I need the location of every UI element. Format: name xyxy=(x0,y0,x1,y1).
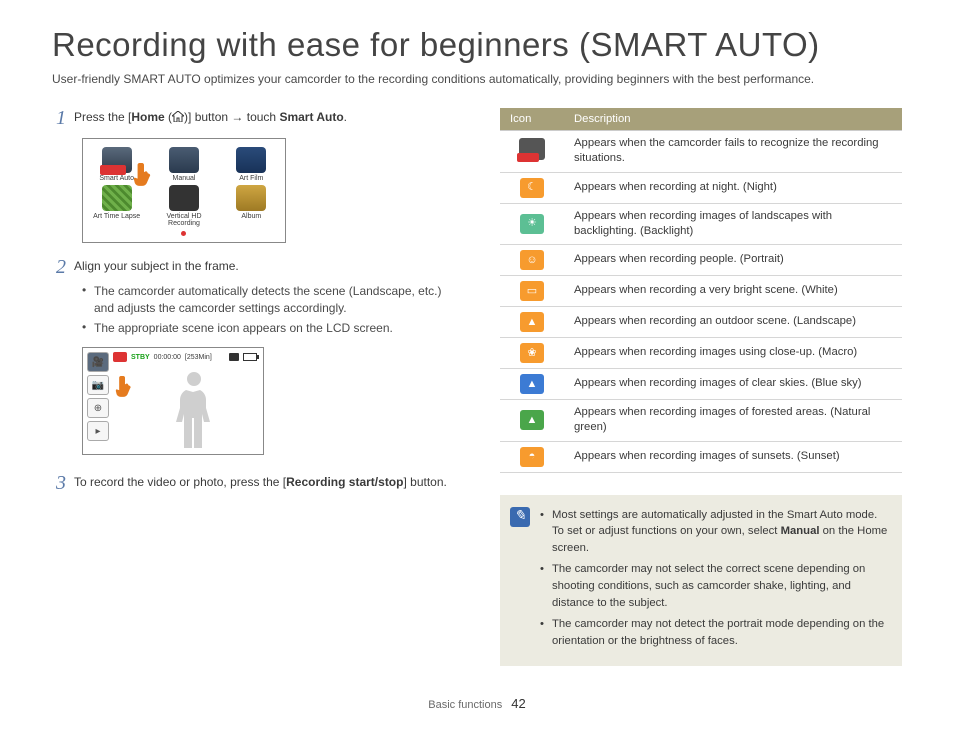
footer-section: Basic functions xyxy=(428,699,502,711)
scene-icon: ▲ xyxy=(520,410,544,430)
home-icon xyxy=(172,111,184,122)
scene-icon xyxy=(519,138,545,160)
icon-description-table: Icon Description Appears when the camcor… xyxy=(500,108,902,473)
th-description: Description xyxy=(564,108,902,131)
scene-description: Appears when recording images of sunsets… xyxy=(564,441,902,472)
sd-card-icon xyxy=(229,353,239,361)
home-menu-screenshot: Smart Auto Manual Art Film Art Time Lapse Ve… xyxy=(82,138,286,243)
page-title: Recording with ease for beginners (SMART… xyxy=(52,26,902,64)
tile-icon xyxy=(169,147,199,173)
scene-description: Appears when recording images of foreste… xyxy=(564,400,902,442)
tile-label: Art Time Lapse xyxy=(93,213,140,221)
th-icon: Icon xyxy=(500,108,564,131)
tile-label: Smart Auto xyxy=(99,175,134,183)
scene-icon: ☺ xyxy=(520,250,544,270)
scene-description: Appears when recording images of landsca… xyxy=(564,203,902,245)
home-tile-5: Album xyxy=(224,185,279,236)
scene-icon: ▲ xyxy=(520,374,544,394)
footer-page-number: 42 xyxy=(511,696,525,711)
subject-silhouette xyxy=(171,368,217,450)
tile-icon xyxy=(236,185,266,211)
note-info-icon: ✎ xyxy=(510,507,530,527)
step-number-3: 3 xyxy=(52,473,66,493)
scene-icon: ☾ xyxy=(520,178,544,198)
step-3-text: To record the video or photo, press the … xyxy=(74,473,462,491)
scene-icon: ▲ xyxy=(520,312,544,332)
mode-video-icon: 🎥 xyxy=(87,352,109,372)
table-row: ▲ Appears when recording images of forest… xyxy=(500,400,902,442)
lcd-screenshot: STBY 00:00:00 [253Min] 🎥 📷 ⊕ ▸ xyxy=(82,347,264,455)
tile-icon xyxy=(236,147,266,173)
step-2-bullet-1: The camcorder automatically detects the … xyxy=(82,283,462,318)
playback-icon: ▸ xyxy=(87,421,109,441)
rec-dot-icon xyxy=(181,231,186,236)
tile-label: Album xyxy=(241,213,261,221)
scene-description: Appears when recording images of clear s… xyxy=(564,369,902,400)
battery-icon xyxy=(243,353,257,361)
home-tile-1: Manual xyxy=(156,147,211,183)
scene-description: Appears when recording at night. (Night) xyxy=(564,172,902,203)
note-box: ✎ Most settings are automatically adjust… xyxy=(500,495,902,667)
home-tile-4: Vertical HD Recording xyxy=(156,185,211,236)
stby-label: STBY xyxy=(131,354,150,361)
note-item-3: The camcorder may not detect the portrai… xyxy=(540,616,888,650)
scene-icon: ▭ xyxy=(520,281,544,301)
table-row: ❀ Appears when recording images using clo… xyxy=(500,338,902,369)
step-number-1: 1 xyxy=(52,108,66,128)
table-row: Appears when the camcorder fails to reco… xyxy=(500,131,902,173)
step-2-text: Align your subject in the frame. xyxy=(74,257,462,275)
scene-icon: ❀ xyxy=(520,343,544,363)
step-number-2: 2 xyxy=(52,257,66,277)
tile-icon xyxy=(102,185,132,211)
scene-description: Appears when recording images using clos… xyxy=(564,338,902,369)
table-row: ☀ Appears when recording images of landsc… xyxy=(500,203,902,245)
step-1-text: Press the [Home ()] button → touch Smart… xyxy=(74,108,462,126)
mode-photo-icon: 📷 xyxy=(87,375,109,395)
smart-badge xyxy=(113,352,127,362)
table-row: ☾ Appears when recording at night. (Night… xyxy=(500,172,902,203)
scene-description: Appears when recording people. (Portrait… xyxy=(564,245,902,276)
step-2-bullet-2: The appropriate scene icon appears on th… xyxy=(82,320,462,337)
scene-description: Appears when the camcorder fails to reco… xyxy=(564,131,902,173)
touch-hand-icon xyxy=(133,161,155,187)
home-tile-3: Art Time Lapse xyxy=(89,185,144,236)
scene-icon: ◓ xyxy=(520,447,544,467)
tile-label: Manual xyxy=(173,175,196,183)
note-item-1: Most settings are automatically adjusted… xyxy=(540,507,888,558)
zoom-icon: ⊕ xyxy=(87,398,109,418)
scene-icon: ☀ xyxy=(520,214,544,234)
tile-label: Art Film xyxy=(239,175,263,183)
tile-label: Vertical HD Recording xyxy=(156,213,211,228)
scene-description: Appears when recording an outdoor scene.… xyxy=(564,307,902,338)
intro-text: User-friendly SMART AUTO optimizes your … xyxy=(52,72,902,86)
lcd-time: 00:00:00 xyxy=(154,354,181,361)
tile-icon xyxy=(102,147,132,173)
scene-description: Appears when recording a very bright sce… xyxy=(564,276,902,307)
table-row: ▲ Appears when recording images of clear … xyxy=(500,369,902,400)
tile-icon xyxy=(169,185,199,211)
table-row: ▲ Appears when recording an outdoor scene… xyxy=(500,307,902,338)
page-footer: Basic functions 42 xyxy=(52,696,902,711)
touch-hand-icon xyxy=(115,374,135,398)
table-row: ☺ Appears when recording people. (Portrai… xyxy=(500,245,902,276)
table-row: ▭ Appears when recording a very bright sc… xyxy=(500,276,902,307)
home-tile-2: Art Film xyxy=(224,147,279,183)
table-row: ◓ Appears when recording images of sunset… xyxy=(500,441,902,472)
lcd-remain: [253Min] xyxy=(185,354,212,361)
note-item-2: The camcorder may not select the correct… xyxy=(540,561,888,612)
